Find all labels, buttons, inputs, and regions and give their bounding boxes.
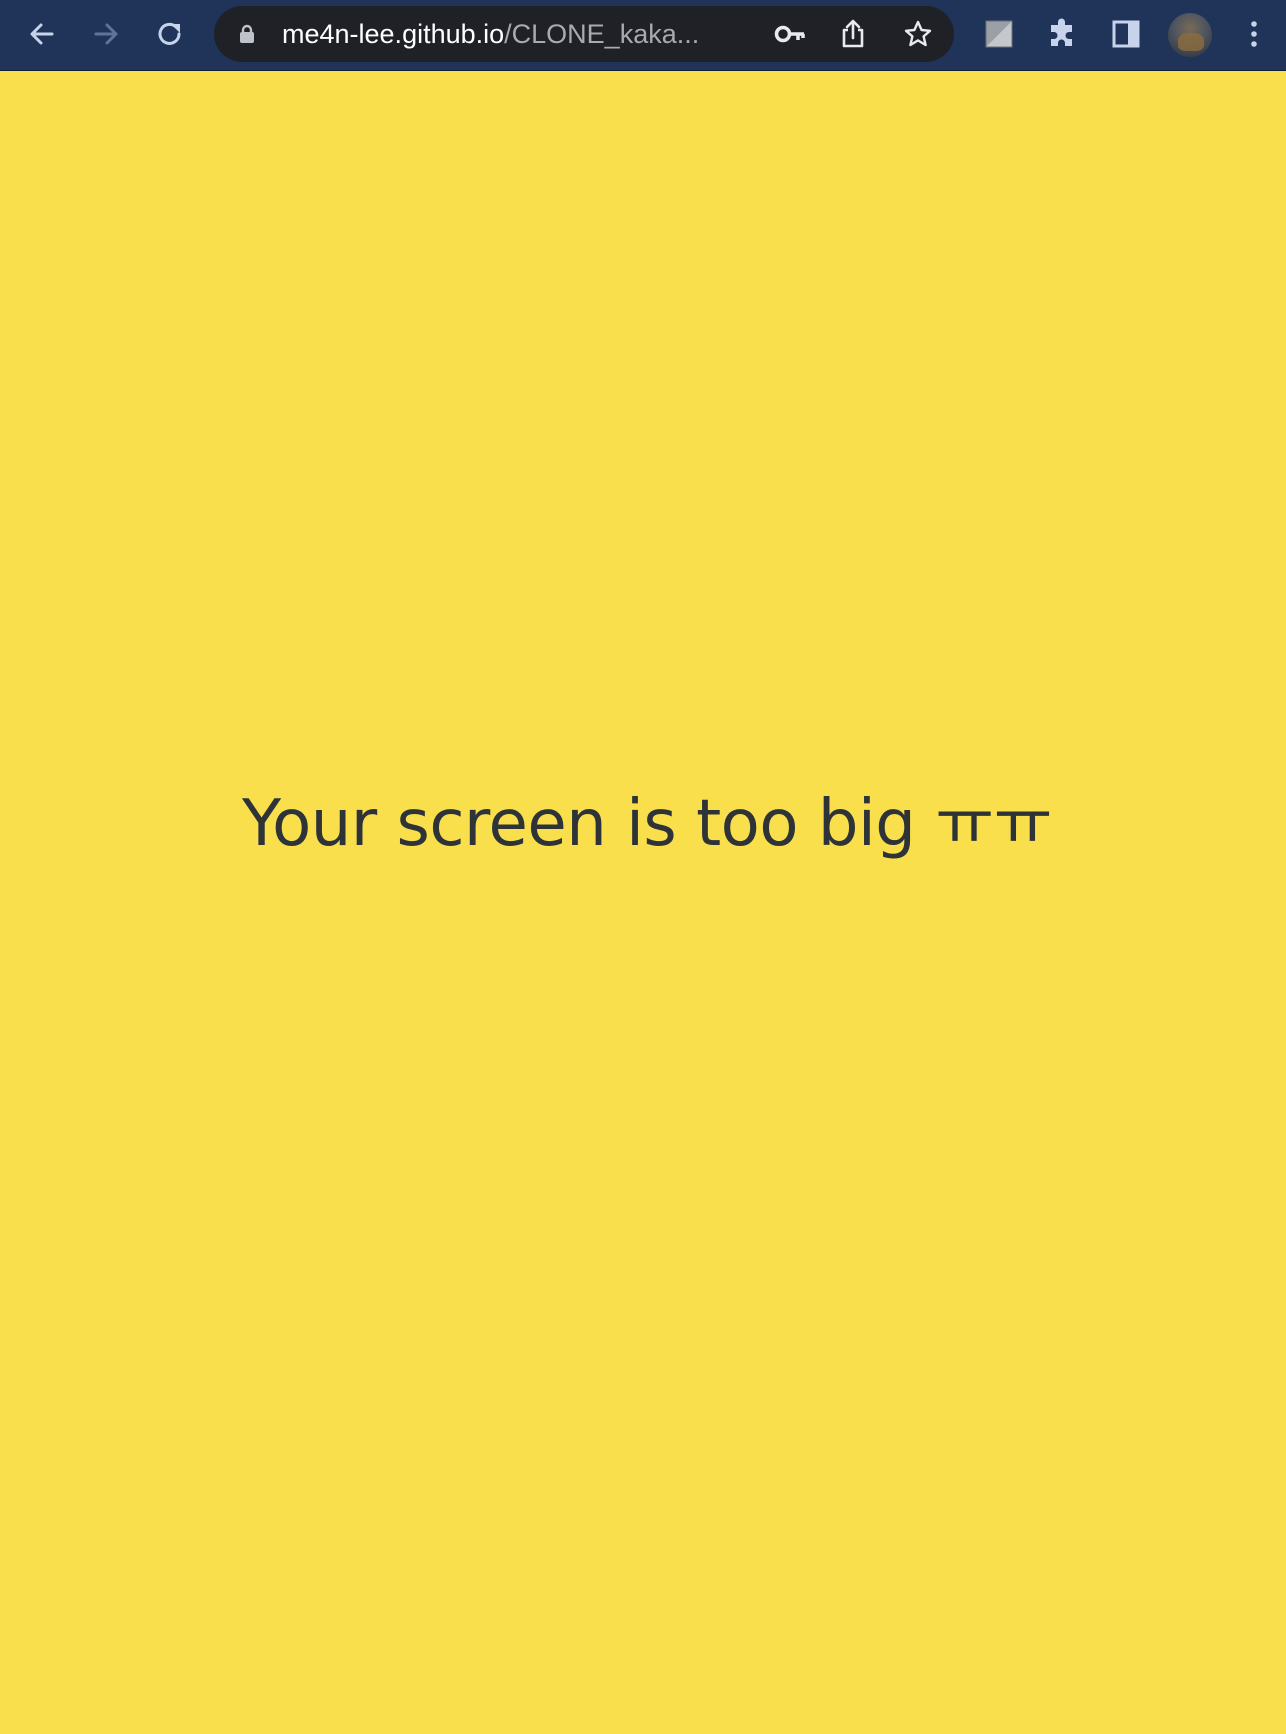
browser-menu-button[interactable] xyxy=(1232,12,1276,56)
puzzle-icon xyxy=(1051,18,1072,46)
share-icon xyxy=(842,19,864,48)
password-key-icon xyxy=(774,25,805,43)
profile-avatar[interactable] xyxy=(1168,13,1212,57)
forward-arrow-icon xyxy=(94,23,118,45)
page-content xyxy=(0,71,1286,1734)
side-panel-icon xyxy=(1112,20,1140,48)
star-icon xyxy=(904,20,932,47)
extension-button[interactable] xyxy=(977,12,1021,56)
forward-button[interactable] xyxy=(84,12,128,56)
screen-size-message: Your screen is too big ㅠㅠ xyxy=(242,787,1052,861)
lock-icon[interactable] xyxy=(238,24,256,44)
side-panel-button[interactable] xyxy=(1104,12,1148,56)
browser-window: me4n-lee.github.io/CLONE_kaka... Your sc… xyxy=(0,0,1286,1734)
reload-icon xyxy=(158,22,181,45)
reload-button[interactable] xyxy=(148,12,192,56)
bookmark-button[interactable] xyxy=(902,18,934,50)
share-button[interactable] xyxy=(837,18,869,50)
url-path: /CLONE_kaka... xyxy=(504,19,700,49)
back-button[interactable] xyxy=(20,12,64,56)
address-bar[interactable]: me4n-lee.github.io/CLONE_kaka... xyxy=(214,6,954,62)
url-text[interactable]: me4n-lee.github.io/CLONE_kaka... xyxy=(282,6,752,62)
extension-icon xyxy=(985,20,1013,48)
kebab-menu-icon xyxy=(1251,21,1257,47)
back-arrow-icon xyxy=(30,23,54,45)
password-key-button[interactable] xyxy=(774,18,806,50)
browser-toolbar: me4n-lee.github.io/CLONE_kaka... xyxy=(0,0,1286,71)
extensions-menu-button[interactable] xyxy=(1040,12,1084,56)
url-host: me4n-lee.github.io xyxy=(282,19,505,49)
